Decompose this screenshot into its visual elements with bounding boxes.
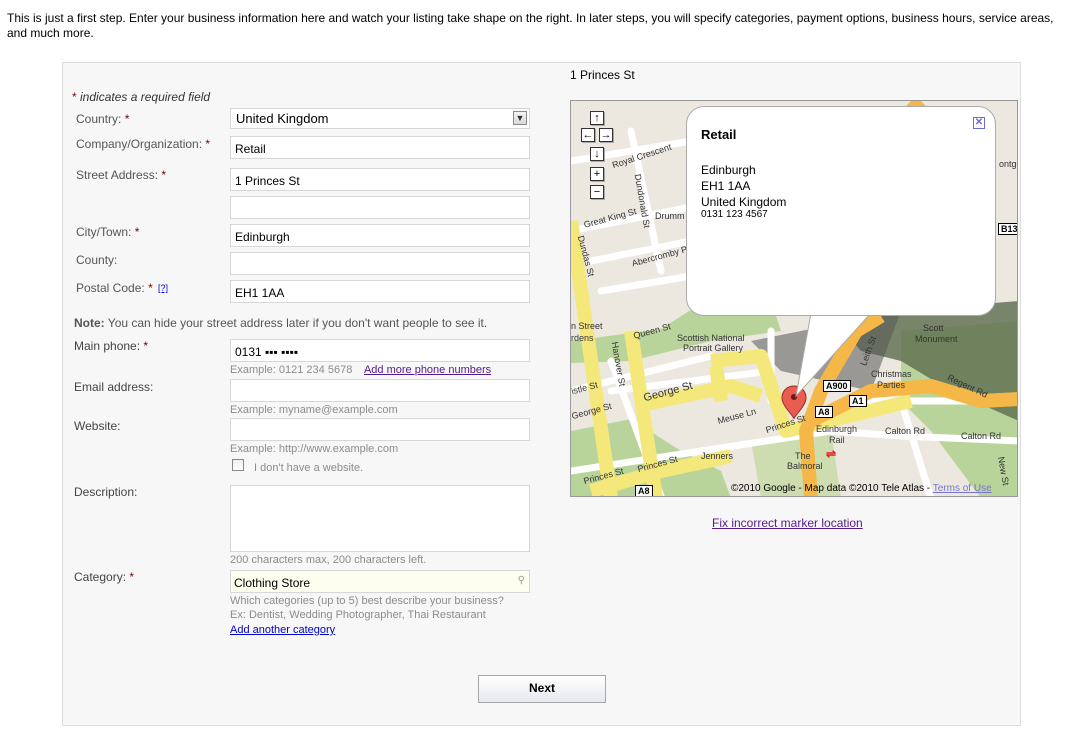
street-input[interactable]: 1 Princes St bbox=[230, 168, 530, 191]
category-value: Clothing Store bbox=[234, 576, 311, 590]
map-label: The bbox=[795, 451, 811, 461]
phone-hint: Example: 0121 234 5678 Add more phone nu… bbox=[230, 364, 492, 376]
no-website-label: I don't have a website. bbox=[254, 462, 364, 474]
map-label: Monument bbox=[915, 334, 958, 344]
map-label: Parties bbox=[877, 380, 906, 390]
address-note: Note: You can hide your street address l… bbox=[74, 316, 488, 330]
postal-help-link[interactable]: [?] bbox=[158, 283, 168, 293]
email-hint: Example: myname@example.com bbox=[230, 404, 398, 416]
pan-up-button[interactable]: ↑ bbox=[590, 111, 604, 125]
map-label: ontgo bbox=[999, 159, 1017, 169]
postal-label: Postal Code: * bbox=[76, 281, 153, 295]
road-shield: A900 bbox=[823, 380, 851, 392]
website-input[interactable] bbox=[230, 418, 530, 441]
map-label: rdens bbox=[571, 333, 594, 343]
map-label: Drumm bbox=[655, 211, 685, 221]
company-label: Company/Organization: * bbox=[76, 137, 211, 151]
category-hint-2: Ex: Dentist, Wedding Photographer, Thai … bbox=[230, 609, 486, 621]
svg-text:⇌: ⇌ bbox=[826, 447, 836, 461]
info-postal: EH1 1AA bbox=[701, 179, 751, 193]
road-shield: A1 bbox=[849, 395, 867, 407]
add-category-link[interactable]: Add another category bbox=[230, 624, 335, 636]
phone-label: Main phone: * bbox=[74, 339, 149, 353]
required-note-text: indicates a required field bbox=[80, 90, 211, 104]
county-label: County: bbox=[76, 253, 118, 267]
street-label: Street Address: * bbox=[76, 168, 167, 182]
company-input[interactable]: Retail bbox=[230, 136, 530, 159]
map-label: Calton Rd bbox=[961, 431, 1002, 441]
no-website-checkbox[interactable] bbox=[232, 459, 244, 471]
country-value: United Kingdom bbox=[236, 111, 329, 126]
terms-of-use-link[interactable]: Terms of Use bbox=[933, 483, 992, 494]
category-input[interactable]: Clothing Store ⚲ bbox=[230, 570, 530, 593]
chevron-down-icon[interactable]: ▼ bbox=[513, 111, 527, 125]
county-input[interactable] bbox=[230, 252, 530, 275]
country-label: Country: * bbox=[76, 112, 130, 126]
next-button[interactable]: Next bbox=[478, 675, 606, 703]
map-label: Edinburgh bbox=[816, 424, 858, 434]
map-copyright: ©2010 Google - Map data ©2010 Tele Atlas… bbox=[731, 483, 992, 494]
description-hint: 200 characters max, 200 characters left. bbox=[230, 554, 427, 566]
website-label: Website: bbox=[74, 419, 121, 433]
street-input-2[interactable] bbox=[230, 196, 530, 219]
city-input[interactable]: Edinburgh bbox=[230, 224, 530, 247]
email-label: Email address: bbox=[74, 380, 154, 394]
road-shield: B13 bbox=[998, 223, 1017, 235]
required-star: * bbox=[72, 90, 77, 104]
map-label: Balmoral bbox=[787, 461, 823, 471]
map-label: Christmas bbox=[871, 369, 912, 379]
info-city: Edinburgh bbox=[701, 163, 756, 177]
info-phone: 0131 123 4567 bbox=[701, 209, 768, 220]
description-label: Description: bbox=[74, 485, 138, 499]
category-label: Category: * bbox=[74, 570, 135, 584]
fix-marker-link[interactable]: Fix incorrect marker location bbox=[712, 516, 863, 530]
map-label: Jenners bbox=[701, 451, 734, 461]
country-select[interactable]: United Kingdom ▼ bbox=[230, 108, 530, 129]
info-business-name: Retail bbox=[701, 127, 737, 142]
description-textarea[interactable] bbox=[230, 485, 530, 552]
close-icon[interactable]: ✕ bbox=[973, 117, 985, 129]
road-shield: A8 bbox=[635, 485, 653, 496]
phone-input[interactable]: 0131 ▪▪▪ ▪▪▪▪ bbox=[230, 339, 530, 362]
required-field-note: * indicates a required field bbox=[72, 90, 210, 104]
map-label: Calton Rd bbox=[885, 426, 926, 436]
add-phone-link[interactable]: Add more phone numbers bbox=[364, 364, 491, 376]
pan-left-button[interactable]: ← bbox=[581, 128, 595, 142]
map-view[interactable]: ⇌ Royal Crescent Dundonald St Great King… bbox=[570, 100, 1018, 497]
road-shield: A8 bbox=[815, 406, 833, 418]
map-label: Scottish National bbox=[677, 333, 745, 343]
zoom-out-button[interactable]: − bbox=[590, 185, 604, 199]
map-label: St Ja bbox=[811, 321, 832, 331]
info-country: United Kingdom bbox=[701, 195, 787, 209]
email-input[interactable] bbox=[230, 379, 530, 402]
info-window: Retail Edinburgh EH1 1AA United Kingdom … bbox=[686, 106, 996, 316]
pan-down-button[interactable]: ↓ bbox=[590, 147, 604, 161]
postal-input[interactable]: EH1 1AA bbox=[230, 280, 530, 303]
intro-text: This is just a first step. Enter your bu… bbox=[7, 11, 1054, 40]
website-hint: Example: http://www.example.com bbox=[230, 443, 399, 455]
zoom-in-button[interactable]: + bbox=[590, 167, 604, 181]
category-hint-1: Which categories (up to 5) best describe… bbox=[230, 595, 504, 607]
map-label: Rail bbox=[829, 435, 845, 445]
pan-right-button[interactable]: → bbox=[599, 128, 613, 142]
map-label: n Street bbox=[571, 321, 603, 331]
map-title: 1 Princes St bbox=[570, 68, 635, 82]
city-label: City/Town: * bbox=[76, 225, 140, 239]
map-label: Portrait Gallery bbox=[683, 343, 744, 353]
map-label: Scott bbox=[923, 323, 944, 333]
search-icon: ⚲ bbox=[517, 575, 525, 586]
